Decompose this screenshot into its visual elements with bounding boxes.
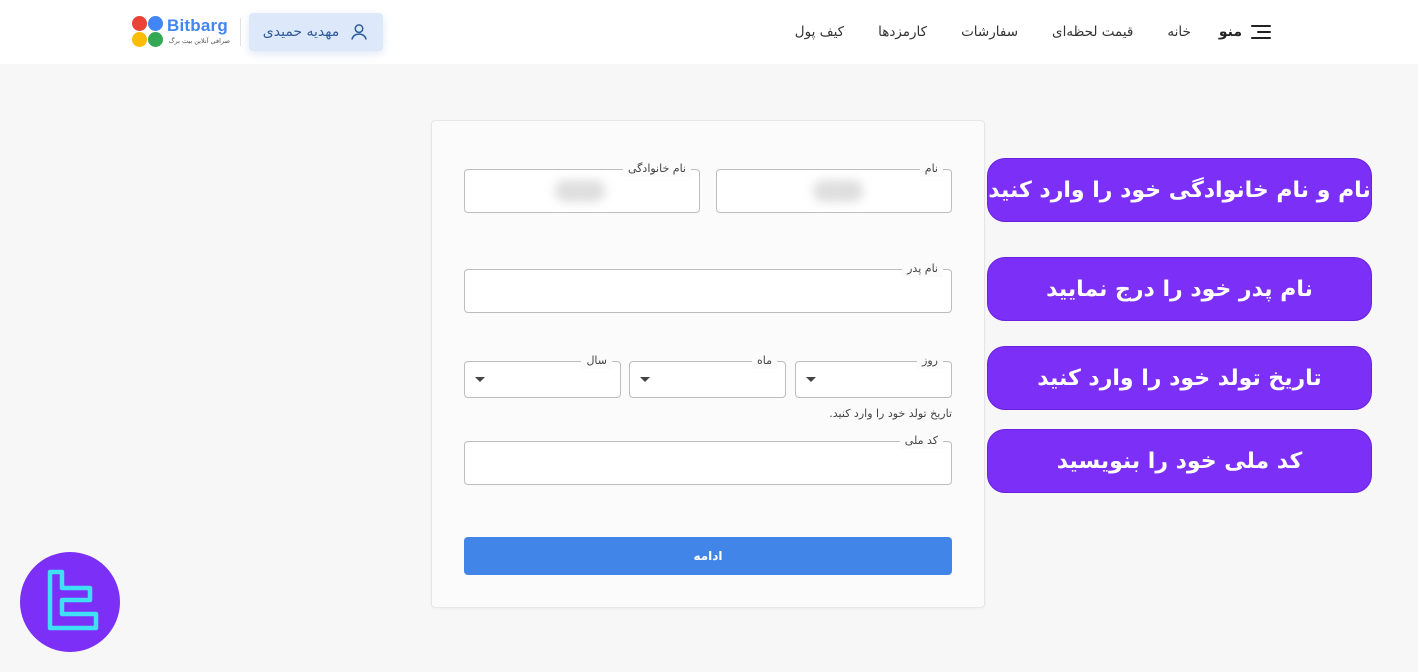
menu-label: منو [1218,24,1242,40]
brand-tagline: صرافی آنلاین بیت برگ [168,37,230,45]
nav-fees[interactable]: کارمزدها [878,24,927,40]
user-name: مهدیه حمیدی [262,24,340,40]
header-divider [240,18,241,46]
birth-month-select[interactable]: ماه [629,353,786,398]
chevron-down-icon [806,377,816,382]
first-name-label: نام [919,161,943,177]
hamburger-menu-icon [1251,25,1271,39]
last-name-label: نام خانوادگی [623,161,691,177]
callout-national-code: کد ملی خود را بنویسید [987,429,1372,493]
nav-orders[interactable]: سفارشات [961,24,1018,40]
callout-father-name: نام پدر خود را درج نمایید [987,257,1372,321]
first-name-field[interactable]: نام [716,161,952,213]
identity-form-card: نام نام خانوادگی نام پدر روز ماه سال تار… [431,120,985,608]
nav-wallet[interactable]: کیف پول [795,24,844,40]
chevron-down-icon [475,377,485,382]
father-name-field[interactable]: نام پدر [464,261,952,313]
father-name-label: نام پدر [902,261,943,277]
bitbarg-logo[interactable]: Bitbarg صرافی آنلاین بیت برگ [132,16,232,48]
birth-day-select[interactable]: روز [795,353,952,398]
watermark-logo-icon [47,569,99,631]
national-code-field[interactable]: کد ملی [464,433,952,485]
birth-date-hint: تاریخ تولد خود را وارد کنید. [829,407,952,420]
menu-toggle[interactable]: منو [1219,24,1272,40]
callout-full-name: نام و نام خانوادگی خود را وارد کنید [987,158,1372,222]
main-nav: منو خانه قیمت لحظه‌ای سفارشات کارمزدها ک… [795,20,1272,44]
birth-month-label: ماه [751,353,777,369]
continue-button[interactable]: ادامه [464,537,952,575]
national-code-label: کد ملی [899,433,943,449]
last-name-value-blurred [555,180,605,202]
last-name-field[interactable]: نام خانوادگی [464,161,700,213]
birth-day-label: روز [917,353,943,369]
brand-name: Bitbarg [167,16,228,35]
logo-dots-icon [132,16,164,48]
chevron-down-icon [640,377,650,382]
user-icon [351,24,368,40]
birth-year-select[interactable]: سال [464,353,621,398]
top-header: Bitbarg صرافی آنلاین بیت برگ مهدیه حمیدی… [0,0,1418,64]
user-profile-button[interactable]: مهدیه حمیدی [249,13,383,51]
nav-live-prices[interactable]: قیمت لحظه‌ای [1052,24,1133,40]
watermark-logo [20,552,120,652]
first-name-value-blurred [813,180,863,202]
nav-home[interactable]: خانه [1167,24,1190,40]
callout-birth-date: تاریخ تولد خود را وارد کنید [987,346,1372,410]
birth-year-label: سال [581,353,612,369]
